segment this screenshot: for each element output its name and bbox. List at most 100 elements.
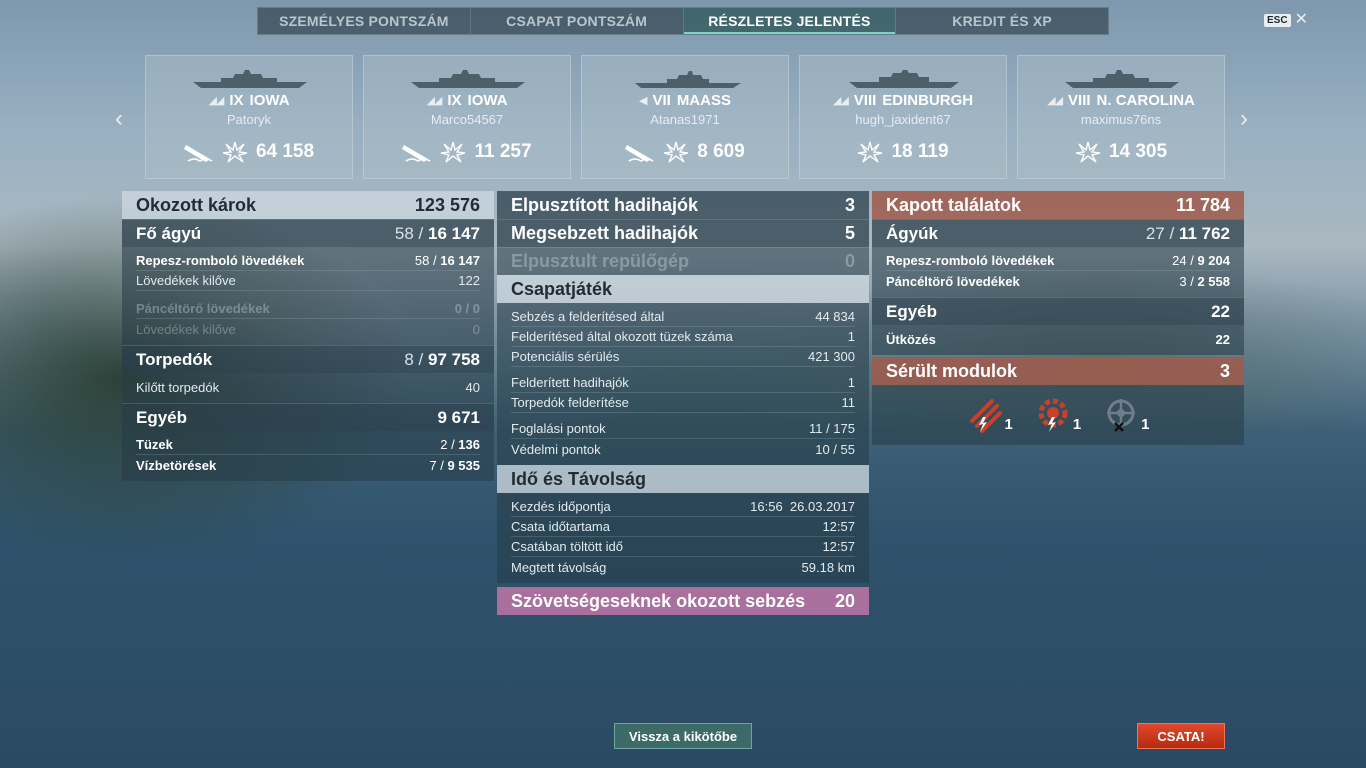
next-arrow-icon[interactable]: › — [1240, 105, 1248, 133]
he-received-row: Repesz-romboló lövedékek 24 / 9 204 — [886, 251, 1230, 271]
player-name: hugh_jaxident67 — [855, 112, 951, 127]
destroyer-class-icon: ◀ — [639, 95, 648, 107]
battle-summary-panel: Elpusztított hadihajók 3 Megsebzett hadi… — [497, 191, 869, 615]
ship-tier: VIII — [1068, 92, 1091, 109]
sinking-ship-icon — [625, 145, 654, 162]
damage-received-panel: Kapott találatok 11 784 Ágyúk 27 / 11 76… — [872, 191, 1244, 445]
module-count: 1 — [1141, 416, 1150, 433]
other-damage-row: Egyéb 9 671 — [122, 403, 494, 431]
player-name: Marco54567 — [430, 112, 504, 127]
fires-row: Tüzek 2 / 136 — [136, 435, 480, 455]
tab-detailed-report[interactable]: RÉSZLETES JELENTÉS — [683, 8, 897, 34]
he-fired-row: Lövedékek kilőve 122 — [136, 271, 480, 291]
distance-row: Megtett távolság 59.18 km — [511, 559, 855, 575]
damage-dealt-panel: Okozott károk 123 576 Fő ágyú 58 / 16 14… — [122, 191, 494, 481]
battleship-class-icon: ◢◢ — [1047, 95, 1063, 107]
damage-burst-icon — [222, 141, 248, 163]
defense-points-row: Védelmi pontok 10 / 55 — [511, 441, 855, 457]
player-name: Atanas1971 — [650, 112, 720, 127]
hits-received-header: Kapott találatok 11 784 — [872, 191, 1244, 219]
damaged-modules-header: Sérült modulok 3 — [872, 357, 1244, 385]
damage-burst-icon — [664, 141, 689, 163]
ap-fired-row: Lövedékek kilőve 0 — [136, 321, 480, 337]
battleship-class-icon: ◢◢ — [426, 95, 442, 107]
cruiser-class-icon: ◢◢ — [832, 95, 849, 107]
engine-icon — [1038, 398, 1068, 432]
back-to-port-button[interactable]: Vissza a kikötőbe — [614, 723, 752, 749]
tab-personal-score[interactable]: SZEMÉLYES PONTSZÁM — [258, 8, 471, 34]
ships-spotted-row: Felderített hadihajók 1 — [511, 373, 855, 393]
ramming-row: Ütközés 22 — [886, 331, 1230, 347]
battle-button[interactable]: CSATA! — [1137, 723, 1225, 749]
spotting-fires-row: Felderítésed által okozott tüzek száma 1 — [511, 327, 855, 347]
torpedo-tubes-icon — [970, 399, 1003, 433]
he-shells-row: Repesz-romboló lövedékek 58 / 16 147 — [136, 251, 480, 271]
player-name: Patoryk — [226, 112, 272, 127]
player-score: 14 305 — [1108, 141, 1168, 162]
damage-burst-icon — [441, 141, 466, 163]
battle-duration-row: Csata időtartama 12:57 — [511, 517, 855, 537]
teamplay-header: Csapatjáték — [497, 275, 869, 303]
battleship-icon — [193, 70, 307, 88]
ships-damaged-row: Megsebzett hadihajók 5 — [497, 219, 869, 247]
player-cards: ◢◢ IX IOWA Patoryk 64 158 ◢◢ IX IOWA Marco54… — [145, 55, 1225, 179]
ship-tier: IX — [229, 92, 244, 109]
ship-name: IOWA — [249, 92, 290, 109]
torpedoes-fired-row: Kilőtt torpedók 40 — [136, 379, 480, 395]
guns-received-row: Ágyúk 27 / 11 762 — [872, 219, 1244, 247]
capture-points-row: Foglalási pontok 11 / 175 — [511, 419, 855, 439]
damage-burst-icon — [858, 141, 883, 163]
time-distance-header: Idő és Távolság — [497, 465, 869, 493]
module-count: 1 — [1004, 416, 1013, 433]
ally-damage-row: Szövetségeseknek okozott sebzés 20 — [497, 587, 869, 615]
ap-received-row: Páncéltörő lövedékek 3 / 2 558 — [886, 273, 1230, 289]
battleship-class-icon: ◢◢ — [208, 95, 224, 107]
prev-arrow-icon[interactable]: ‹ — [115, 105, 123, 133]
sinking-ship-icon — [183, 145, 213, 162]
player-score: 64 158 — [255, 141, 315, 162]
battleship-icon — [411, 70, 525, 88]
ship-name: N. CAROLINA — [1096, 92, 1195, 109]
main-battery-row: Fő ágyú 58 / 16 147 — [122, 219, 494, 247]
battleship-icon — [1065, 70, 1179, 88]
player-score: 18 119 — [891, 141, 949, 162]
damage-dealt-total: 123 576 — [414, 194, 480, 215]
floods-row: Vízbetörések 7 / 9 535 — [136, 457, 480, 473]
torpedoes-row: Torpedók 8 / 97 758 — [122, 345, 494, 373]
ship-tier: IX — [447, 92, 462, 109]
player-card[interactable]: ◢◢ VIII N. CAROLINA maximus76ns 14 305 — [1017, 55, 1225, 179]
ship-tier: VIII — [853, 92, 877, 109]
module-count: 1 — [1072, 416, 1082, 433]
tab-credits-xp[interactable]: KREDIT ÉS XP — [896, 8, 1108, 34]
player-card[interactable]: ◢◢ VIII EDINBURGH hugh_jaxident67 18 119 — [799, 55, 1007, 179]
steering-gear-icon — [1107, 399, 1136, 432]
esc-key-label: ESC — [1264, 13, 1291, 27]
spotting-damage-row: Sebzés a felderítésed által 44 834 — [511, 307, 855, 327]
ap-shells-row: Páncéltörő lövedékek 0 / 0 — [136, 299, 480, 319]
close-button[interactable]: ESC ✕ — [1264, 12, 1308, 28]
other-received-row: Egyéb 22 — [872, 297, 1244, 325]
ship-tier: VII — [652, 92, 671, 109]
ship-name: MAASS — [676, 92, 731, 109]
cruiser-icon — [849, 70, 959, 88]
player-card[interactable]: ◢◢ IX IOWA Patoryk 64 158 — [145, 55, 353, 179]
tab-team-score[interactable]: CSAPAT PONTSZÁM — [471, 8, 684, 34]
player-score: 11 257 — [474, 141, 532, 162]
battle-start-row: Kezdés időpontja 16:56 26.03.2017 — [511, 497, 855, 517]
damaged-modules-list: 1 1 1 — [872, 385, 1244, 445]
player-card[interactable]: ◀ VII MAASS Atanas1971 8 609 — [581, 55, 789, 179]
sinking-ship-icon — [402, 145, 431, 162]
player-name: maximus76ns — [1080, 112, 1162, 127]
player-card[interactable]: ◢◢ IX IOWA Marco54567 11 257 — [363, 55, 571, 179]
report-tabs: SZEMÉLYES PONTSZÁM CSAPAT PONTSZÁM RÉSZL… — [257, 7, 1109, 35]
destroyer-icon — [635, 71, 741, 88]
ships-destroyed-row: Elpusztított hadihajók 3 — [497, 191, 869, 219]
damage-burst-icon — [1075, 141, 1101, 163]
potential-damage-row: Potenciális sérülés 421 300 — [511, 347, 855, 367]
player-score: 8 609 — [697, 141, 745, 162]
time-in-battle-row: Csatában töltött idő 12:57 — [511, 537, 855, 557]
torpedoes-spotted-row: Torpedók felderítése 11 — [511, 393, 855, 413]
damage-dealt-header: Okozott károk 123 576 — [122, 191, 494, 219]
close-icon[interactable]: ✕ — [1295, 12, 1308, 28]
planes-destroyed-row: Elpusztult repülőgép 0 — [497, 247, 869, 275]
